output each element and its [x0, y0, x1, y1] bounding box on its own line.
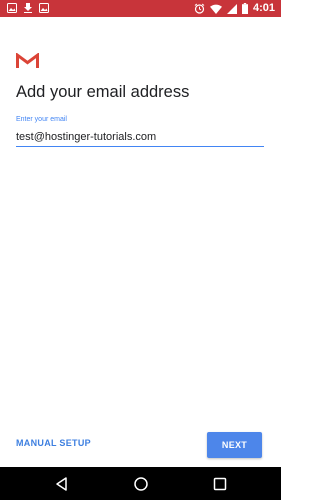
image-icon — [39, 3, 49, 13]
navigation-bar — [0, 467, 281, 500]
notification-icons — [7, 3, 49, 13]
manual-setup-button[interactable]: MANUAL SETUP — [16, 438, 91, 448]
image-icon — [7, 3, 17, 13]
back-icon[interactable] — [54, 476, 70, 492]
gmail-logo-icon — [16, 53, 39, 69]
status-time: 4:01 — [252, 2, 275, 14]
status-bar: 4:01 — [0, 0, 281, 17]
signal-icon — [226, 3, 237, 14]
alarm-icon — [194, 3, 205, 14]
home-icon[interactable] — [133, 476, 149, 492]
next-button[interactable]: NEXT — [207, 432, 262, 458]
system-icons: 4:01 — [194, 2, 275, 15]
wifi-icon — [209, 4, 222, 14]
email-field-label: Enter your email — [16, 116, 67, 123]
screen: 4:01 Add your email address Enter your e… — [0, 0, 281, 500]
email-field[interactable] — [16, 128, 264, 147]
download-icon — [24, 3, 32, 13]
page-title: Add your email address — [16, 83, 190, 101]
battery-icon — [241, 3, 248, 14]
recents-icon[interactable] — [212, 476, 228, 492]
